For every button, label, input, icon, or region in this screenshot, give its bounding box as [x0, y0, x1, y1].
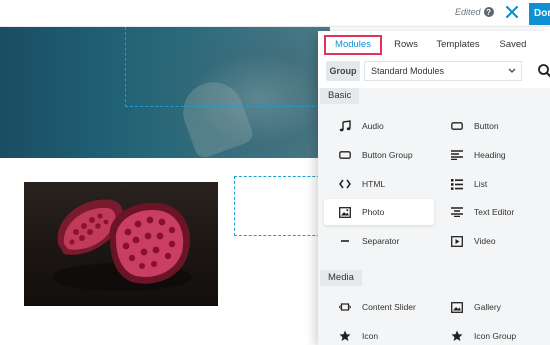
panel-tabs: Modules Rows Templates Saved	[318, 31, 550, 59]
group-filter-row: Group Standard Modules	[326, 61, 550, 83]
section-heading-basic: Basic	[320, 88, 360, 104]
slider-icon	[338, 300, 352, 314]
top-bar: Edited ? Done	[0, 0, 550, 27]
module-button[interactable]: Button	[436, 113, 546, 139]
code-icon	[338, 177, 352, 191]
group-select[interactable]: Standard Modules	[364, 61, 522, 81]
done-button[interactable]: Done	[529, 3, 550, 25]
tab-saved[interactable]: Saved	[496, 35, 530, 55]
content-drop-zone[interactable]	[234, 176, 330, 236]
search-icon[interactable]	[537, 63, 550, 79]
tab-rows[interactable]: Rows	[392, 35, 420, 55]
pomegranate-illustration	[52, 199, 192, 291]
star-icon	[338, 329, 352, 343]
module-label: Icon Group	[474, 331, 517, 341]
module-label: Heading	[474, 150, 506, 160]
module-label: Text Editor	[474, 207, 515, 217]
module-label: Audio	[362, 121, 384, 131]
section-heading-media: Media	[320, 270, 362, 286]
text-editor-icon	[450, 205, 464, 219]
music-note-icon	[338, 119, 352, 133]
tab-templates[interactable]: Templates	[432, 35, 484, 55]
module-label: Video	[474, 236, 496, 246]
module-label: HTML	[362, 179, 386, 189]
button-group-icon	[338, 148, 352, 162]
module-content-slider[interactable]: Content Slider	[324, 294, 434, 320]
group-select-value: Standard Modules	[371, 66, 445, 76]
module-button-group[interactable]: Button Group	[324, 142, 434, 168]
module-text-editor[interactable]: Text Editor	[436, 199, 546, 225]
video-icon	[450, 234, 464, 248]
page-builder-canvas: Edited ? Done	[0, 0, 550, 345]
module-label: Photo	[362, 207, 385, 217]
separator-icon	[338, 234, 352, 248]
help-icon[interactable]: ?	[483, 7, 494, 17]
edited-label: Edited	[455, 7, 481, 17]
module-separator[interactable]: Separator	[324, 228, 434, 254]
hero-drop-zone[interactable]	[125, 27, 330, 107]
module-label: Icon	[362, 331, 379, 341]
module-icon-group[interactable]: Icon Group	[436, 323, 546, 345]
button-icon	[450, 119, 464, 133]
module-video[interactable]: Video	[436, 228, 546, 254]
module-audio[interactable]: Audio	[324, 113, 434, 139]
module-icon[interactable]: Icon	[324, 323, 434, 345]
module-label: Separator	[362, 236, 400, 246]
module-html[interactable]: HTML	[324, 171, 434, 197]
close-icon[interactable]	[503, 3, 521, 21]
module-label: Button	[474, 121, 499, 131]
edited-status[interactable]: Edited ?	[455, 7, 494, 17]
module-heading[interactable]: Heading	[436, 142, 546, 168]
module-gallery[interactable]: Gallery	[436, 294, 546, 320]
tab-modules[interactable]: Modules	[324, 35, 382, 55]
photo-icon	[338, 205, 352, 219]
module-label: Button Group	[362, 150, 413, 160]
star-icon	[450, 329, 464, 343]
pomegranate-photo[interactable]	[24, 182, 218, 306]
heading-icon	[450, 148, 464, 162]
module-photo[interactable]: Photo	[324, 199, 434, 225]
module-list[interactable]: List	[436, 171, 546, 197]
gallery-icon	[450, 300, 464, 314]
group-label: Group	[326, 61, 360, 81]
module-list: Basic Audio Button Button Group Heading …	[318, 88, 550, 345]
modules-panel: Modules Rows Templates Saved Group Stand…	[318, 31, 550, 345]
module-label: Content Slider	[362, 302, 416, 312]
chevron-down-icon	[508, 62, 516, 86]
list-icon	[450, 177, 464, 191]
module-label: List	[474, 179, 488, 189]
module-label: Gallery	[474, 302, 501, 312]
